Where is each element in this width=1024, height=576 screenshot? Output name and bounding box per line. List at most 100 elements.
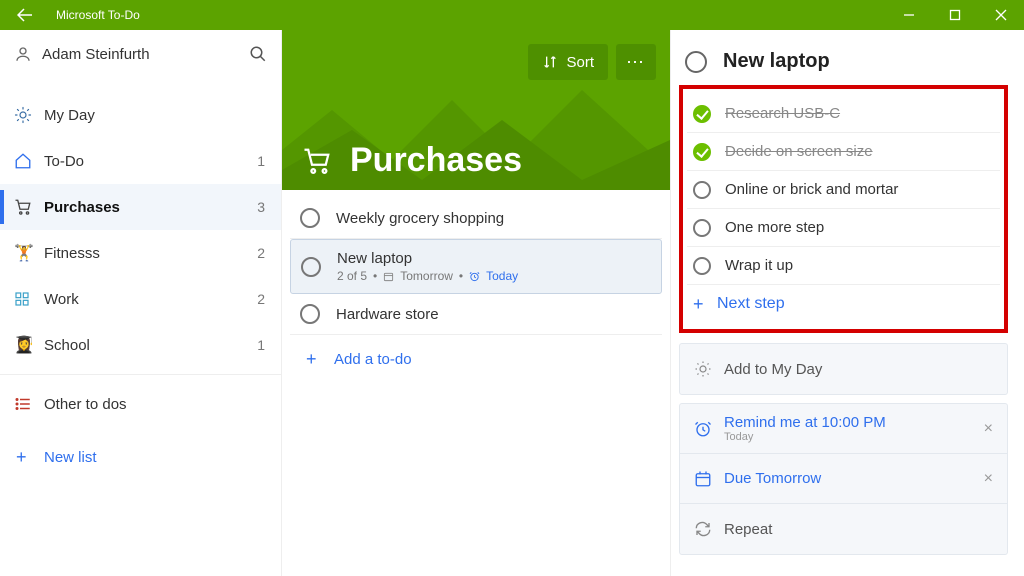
new-list-label: New list — [44, 449, 97, 466]
window-maximize-button[interactable] — [932, 0, 978, 30]
sidebar-item-todo[interactable]: To-Do 1 — [0, 138, 281, 184]
task-row[interactable]: Weekly grocery shopping — [290, 198, 662, 239]
sort-icon — [542, 54, 558, 70]
step-row[interactable]: One more step — [687, 209, 1000, 247]
sidebar-item-count: 3 — [257, 199, 265, 215]
step-checkbox[interactable] — [693, 143, 711, 161]
sidebar-item-purchases[interactable]: Purchases 3 — [0, 184, 281, 230]
sidebar-item-fitness[interactable]: 🏋️ Fitnesss 2 — [0, 230, 281, 276]
task-label: Weekly grocery shopping — [336, 210, 504, 227]
user-name: Adam Steinfurth — [36, 46, 249, 63]
sidebar-item-count: 2 — [257, 245, 265, 261]
step-checkbox[interactable] — [693, 181, 711, 199]
step-checkbox[interactable] — [693, 219, 711, 237]
add-my-day-card: Add to My Day — [679, 343, 1008, 395]
step-label: Research USB-C — [725, 105, 840, 122]
calendar-icon — [383, 271, 394, 282]
step-label: Online or brick and mortar — [725, 181, 898, 198]
detail-pane: New laptop Research USB-C Decide on scre… — [670, 30, 1024, 576]
app-title: Microsoft To-Do — [50, 8, 886, 22]
step-row[interactable]: Research USB-C — [687, 95, 1000, 133]
step-label: Wrap it up — [725, 257, 793, 274]
task-row[interactable]: New laptop 2 of 5• Tomorrow• Today — [290, 239, 662, 294]
cart-icon — [14, 198, 44, 216]
sidebar-item-count: 2 — [257, 291, 265, 307]
window-close-button[interactable] — [978, 0, 1024, 30]
sidebar-item-work[interactable]: Work 2 — [0, 276, 281, 322]
step-label: Decide on screen size — [725, 143, 873, 160]
remind-sub: Today — [724, 431, 984, 443]
sidebar-item-school[interactable]: 👩‍🎓 School 1 — [0, 322, 281, 368]
task-checkbox[interactable] — [300, 208, 320, 228]
repeat-row[interactable]: Repeat — [680, 504, 1007, 554]
detail-title-row: New laptop — [671, 30, 1014, 81]
remind-label: Remind me at 10:00 PM — [724, 414, 984, 431]
sidebar-item-other[interactable]: Other to dos — [0, 381, 281, 427]
home-icon — [14, 152, 44, 170]
list-icon — [14, 395, 44, 413]
step-label: One more step — [725, 219, 824, 236]
plus-icon: + — [306, 349, 334, 370]
task-checkbox[interactable] — [685, 51, 707, 73]
sun-icon — [694, 360, 724, 378]
task-label: New laptop — [337, 250, 518, 267]
alarm-icon — [694, 420, 724, 438]
task-checkbox[interactable] — [300, 304, 320, 324]
list-title: Purchases — [350, 141, 522, 180]
user-icon — [14, 45, 36, 63]
sidebar-item-count: 1 — [257, 153, 265, 169]
back-button[interactable] — [0, 7, 50, 23]
repeat-label: Repeat — [724, 521, 993, 538]
step-checkbox[interactable] — [693, 257, 711, 275]
due-row[interactable]: Due Tomorrow × — [680, 454, 1007, 504]
sort-label: Sort — [566, 54, 594, 71]
task-checkbox[interactable] — [301, 257, 321, 277]
fitness-icon: 🏋️ — [14, 243, 44, 263]
step-row[interactable]: Decide on screen size — [687, 133, 1000, 171]
remind-row[interactable]: Remind me at 10:00 PM Today × — [680, 404, 1007, 454]
alarm-icon — [469, 271, 480, 282]
add-my-day-label: Add to My Day — [724, 361, 993, 378]
remove-due-button[interactable]: × — [984, 470, 993, 488]
steps-highlight-box: Research USB-C Decide on screen size Onl… — [679, 85, 1008, 333]
sidebar-item-label: Work — [44, 291, 257, 308]
list-header: Sort ⋯ Purchases — [282, 30, 670, 190]
add-step-button[interactable]: + Next step — [687, 285, 1000, 323]
cart-icon — [302, 146, 332, 176]
task-row[interactable]: Hardware store — [290, 294, 662, 335]
add-my-day-button[interactable]: Add to My Day — [680, 344, 1007, 394]
add-todo-button[interactable]: + Add a to-do — [290, 335, 662, 384]
schedule-card: Remind me at 10:00 PM Today × Due Tomorr… — [679, 403, 1008, 555]
sun-icon — [14, 106, 44, 124]
grid-icon — [14, 291, 44, 307]
sidebar-item-count: 1 — [257, 337, 265, 353]
step-row[interactable]: Online or brick and mortar — [687, 171, 1000, 209]
sidebar-separator — [0, 374, 281, 375]
step-row[interactable]: Wrap it up — [687, 247, 1000, 285]
sidebar-item-label: School — [44, 337, 257, 354]
sidebar-item-label: Fitnesss — [44, 245, 257, 262]
school-icon: 👩‍🎓 — [14, 335, 44, 355]
new-list-button[interactable]: + New list — [0, 435, 281, 479]
repeat-icon — [694, 520, 724, 538]
add-todo-label: Add a to-do — [334, 351, 412, 368]
more-button[interactable]: ⋯ — [616, 44, 656, 80]
sidebar-item-label: To-Do — [44, 153, 257, 170]
sidebar-item-label: My Day — [44, 107, 265, 124]
user-search-row[interactable]: Adam Steinfurth — [0, 30, 281, 78]
remove-reminder-button[interactable]: × — [984, 420, 993, 438]
sidebar-item-label: Other to dos — [44, 396, 265, 413]
detail-title: New laptop — [723, 50, 830, 73]
sidebar-item-myday[interactable]: My Day — [0, 92, 281, 138]
sort-button[interactable]: Sort — [528, 44, 608, 80]
step-checkbox[interactable] — [693, 105, 711, 123]
window-minimize-button[interactable] — [886, 0, 932, 30]
sidebar-item-label: Purchases — [44, 199, 257, 216]
titlebar: Microsoft To-Do — [0, 0, 1024, 30]
list-pane: Sort ⋯ Purchases Weekly grocery shopping… — [282, 30, 670, 576]
search-icon[interactable] — [249, 45, 267, 63]
plus-icon: + — [693, 294, 717, 315]
calendar-icon — [694, 470, 724, 488]
sidebar: Adam Steinfurth My Day To-Do 1 Purchases… — [0, 30, 282, 576]
plus-icon: + — [16, 447, 44, 468]
